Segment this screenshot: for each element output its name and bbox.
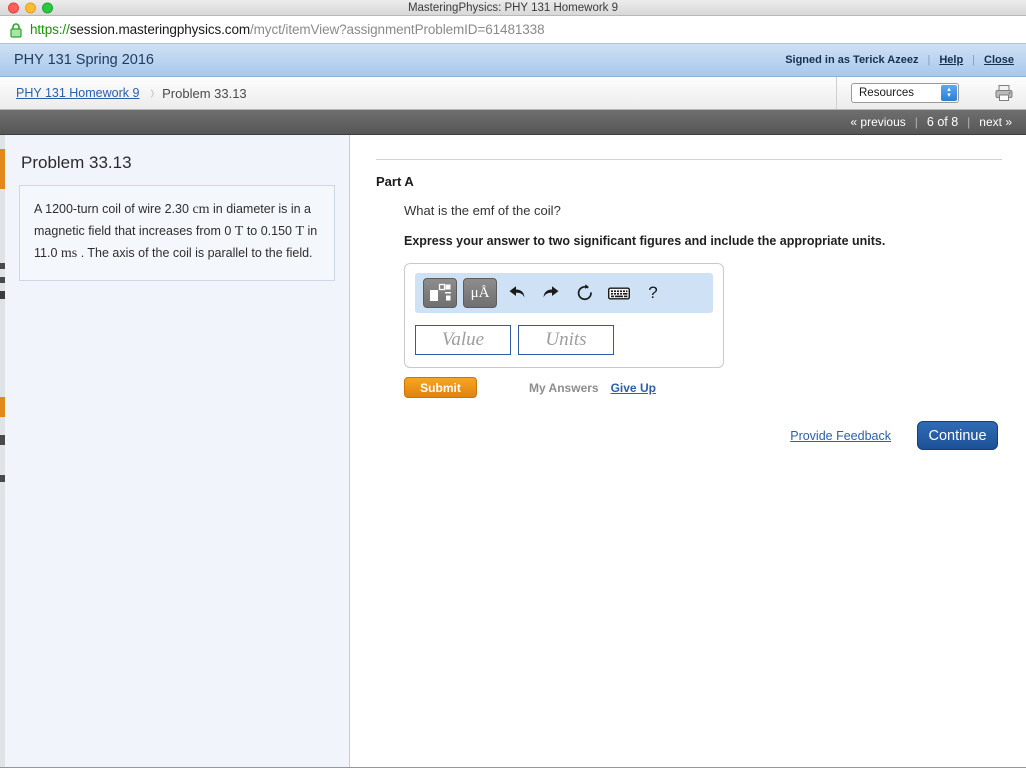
browser-titlebar: MasteringPhysics: PHY 131 Homework 9 — [0, 0, 1026, 16]
answer-fields: Value Units — [415, 325, 713, 355]
keyboard-icon[interactable] — [605, 279, 633, 307]
part-divider — [376, 159, 1002, 160]
sidebar-fragment-5 — [0, 397, 5, 417]
submit-row: Submit My Answers Give Up — [404, 377, 1004, 398]
continue-button[interactable]: Continue — [917, 421, 998, 450]
chevron-updown-icon[interactable]: ▴ ▾ — [941, 85, 957, 101]
help-link[interactable]: Help — [939, 54, 963, 66]
sidebar-fragment-3 — [0, 277, 5, 283]
submit-button[interactable]: Submit — [404, 377, 477, 398]
sidebar-fragment-7 — [0, 475, 5, 482]
breadcrumb: PHY 131 Homework 9 › Problem 33.13 — [0, 77, 836, 109]
units-input[interactable]: Units — [518, 325, 614, 355]
close-link[interactable]: Close — [984, 54, 1014, 66]
instruction-text: Express your answer to two significant f… — [404, 234, 886, 248]
question-text: What is the emf of the coil? — [404, 203, 561, 218]
nav-separator-1: | — [914, 115, 918, 129]
statement-seg-1: A 1200-turn coil of wire 2.30 — [34, 202, 193, 216]
undo-icon[interactable] — [503, 279, 531, 307]
window-title: MasteringPhysics: PHY 131 Homework 9 — [407, 1, 619, 14]
math-toolbar: μÅ ? — [415, 273, 713, 313]
close-window-button[interactable] — [8, 2, 19, 13]
my-answers-link[interactable]: My Answers — [529, 381, 599, 395]
header-separator-1: | — [927, 54, 931, 66]
page-indicator: 6 of 8 — [926, 115, 959, 129]
url-host: session.masteringphysics.com — [69, 22, 251, 37]
url-path: /myct/itemView?assignmentProblemID=61481… — [250, 22, 545, 37]
zoom-window-button[interactable] — [42, 2, 53, 13]
url-scheme: https:// — [30, 22, 70, 37]
page-title: Problem 33.13 — [21, 153, 132, 172]
clipped-sidebar-strip — [0, 135, 5, 767]
reset-icon[interactable] — [571, 279, 599, 307]
help-icon[interactable]: ? — [639, 279, 667, 307]
statement-seg-5: . The axis of the coil is parallel to th… — [77, 246, 313, 261]
redo-icon[interactable] — [537, 279, 565, 307]
sidebar-fragment-1 — [0, 149, 5, 189]
statement-unit-tesla-2: T — [295, 224, 305, 240]
course-title: PHY 131 Spring 2016 — [14, 52, 155, 68]
problem-statement: A 1200-turn coil of wire 2.30 cm in diam… — [19, 185, 335, 282]
printer-icon[interactable] — [994, 84, 1014, 102]
signed-in-label: Signed in as Terick Azeez — [785, 54, 919, 66]
answer-widget: μÅ ? Value Units — [404, 263, 724, 368]
statement-seg-3: to 0.150 — [243, 224, 296, 239]
previous-problem-link[interactable]: « previous — [850, 115, 905, 129]
chevron-right-icon: › — [150, 82, 155, 104]
provide-feedback-link[interactable]: Provide Feedback — [790, 429, 891, 443]
units-icon[interactable]: μÅ — [463, 278, 497, 308]
stepper-down-glyph: ▾ — [947, 92, 951, 99]
page-content: Problem 33.13 A 1200-turn coil of wire 2… — [0, 135, 1026, 767]
next-problem-link[interactable]: next » — [979, 115, 1012, 129]
sidebar-fragment-4 — [0, 291, 5, 299]
header-separator-2: | — [972, 54, 976, 66]
breadcrumb-parent-link[interactable]: PHY 131 Homework 9 — [16, 86, 139, 100]
sidebar-fragment-2 — [0, 263, 5, 269]
problem-nav-strip: « previous | 6 of 8 | next » — [0, 110, 1026, 135]
url-text[interactable]: https://session.masteringphysics.com/myc… — [30, 22, 545, 37]
nav-separator-2: | — [967, 115, 971, 129]
value-input[interactable]: Value — [415, 325, 511, 355]
give-up-link[interactable]: Give Up — [611, 381, 656, 395]
problem-panel: Problem 33.13 A 1200-turn coil of wire 2… — [5, 135, 350, 767]
minimize-window-button[interactable] — [25, 2, 36, 13]
breadcrumb-current: Problem 33.13 — [162, 85, 247, 101]
lock-icon — [9, 22, 23, 38]
browser-url-bar[interactable]: https://session.masteringphysics.com/myc… — [0, 16, 1026, 44]
statement-unit-cm: cm — [192, 202, 210, 217]
resources-select-value: Resources — [859, 87, 914, 99]
breadcrumb-bar: PHY 131 Homework 9 › Problem 33.13 Resou… — [0, 77, 1026, 110]
footer-actions: Provide Feedback Continue — [376, 421, 1004, 450]
statement-unit-ms: ms — [60, 246, 78, 262]
answer-panel: Part A What is the emf of the coil? Expr… — [350, 135, 1026, 767]
mp-header: PHY 131 Spring 2016 Signed in as Terick … — [0, 44, 1026, 77]
math-template-icon[interactable] — [423, 278, 457, 308]
header-user-area: Signed in as Terick Azeez | Help | Close — [785, 54, 1014, 66]
resources-select[interactable]: Resources ▴ ▾ — [851, 83, 959, 103]
window-controls[interactable] — [8, 2, 53, 13]
sidebar-fragment-6 — [0, 435, 5, 445]
breadcrumb-tools: Resources ▴ ▾ — [836, 77, 1026, 109]
part-label: Part A — [376, 174, 414, 189]
